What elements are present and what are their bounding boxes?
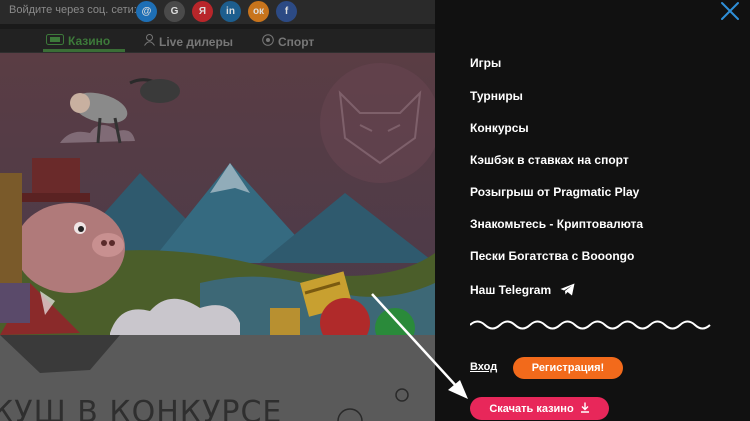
tab-casino-label: Казино — [68, 34, 111, 48]
tab-casino[interactable]: Казино — [46, 34, 110, 48]
dealer-icon — [144, 34, 155, 49]
tab-live-dealers[interactable]: Live дилеры — [144, 34, 233, 49]
download-casino-label: Скачать казино — [489, 402, 574, 415]
menu-item-telegram-label: Наш Telegram — [470, 283, 552, 297]
menu-item-cashback[interactable]: Кэшбэк в ставках на спорт — [470, 153, 629, 167]
close-icon — [721, 2, 739, 20]
login-link[interactable]: Вход — [470, 361, 497, 373]
mail-ru-icon[interactable]: @ — [136, 1, 157, 22]
wave-divider — [470, 320, 711, 330]
contest-title: куш в конкурсе — [0, 395, 283, 421]
yandex-icon[interactable]: Я — [192, 1, 213, 22]
close-menu-button[interactable] — [720, 1, 740, 21]
social-login-bar: Войдите через соц. сети: @ G Я in ок f — [0, 0, 435, 24]
register-button[interactable]: Регистрация! — [513, 357, 623, 379]
download-icon — [580, 402, 590, 416]
menu-item-booongo[interactable]: Пески Богатства с Booongo — [470, 249, 634, 263]
menu-item-games[interactable]: Игры — [470, 56, 501, 70]
menu-item-pragmatic-draw[interactable]: Розыгрыш от Pragmatic Play — [470, 185, 639, 199]
linkedin-icon[interactable]: in — [220, 1, 241, 22]
google-icon[interactable]: G — [164, 1, 185, 22]
tab-sport-label: Спорт — [278, 35, 315, 49]
menu-item-crypto[interactable]: Знакомьтесь - Криптовалюта — [470, 217, 643, 231]
menu-item-telegram[interactable]: Наш Telegram — [470, 283, 575, 299]
download-casino-button[interactable]: Скачать казино — [470, 397, 609, 420]
menu-item-tournaments[interactable]: Турниры — [470, 89, 523, 103]
odnoklassniki-icon[interactable]: ок — [248, 1, 269, 22]
promo-banner-illustration[interactable] — [0, 53, 435, 335]
telegram-icon — [560, 283, 575, 299]
tab-sport[interactable]: Спорт — [262, 34, 314, 49]
tab-live-dealers-label: Live дилеры — [159, 35, 234, 49]
menu-item-contests[interactable]: Конкурсы — [470, 121, 529, 135]
ball-icon — [262, 34, 274, 49]
social-login-label: Войдите через соц. сети: — [9, 4, 137, 16]
active-tab-indicator — [43, 49, 125, 52]
contest-section: куш в конкурсе — [0, 335, 435, 421]
casino-icon — [46, 34, 64, 48]
facebook-icon[interactable]: f — [276, 1, 297, 22]
